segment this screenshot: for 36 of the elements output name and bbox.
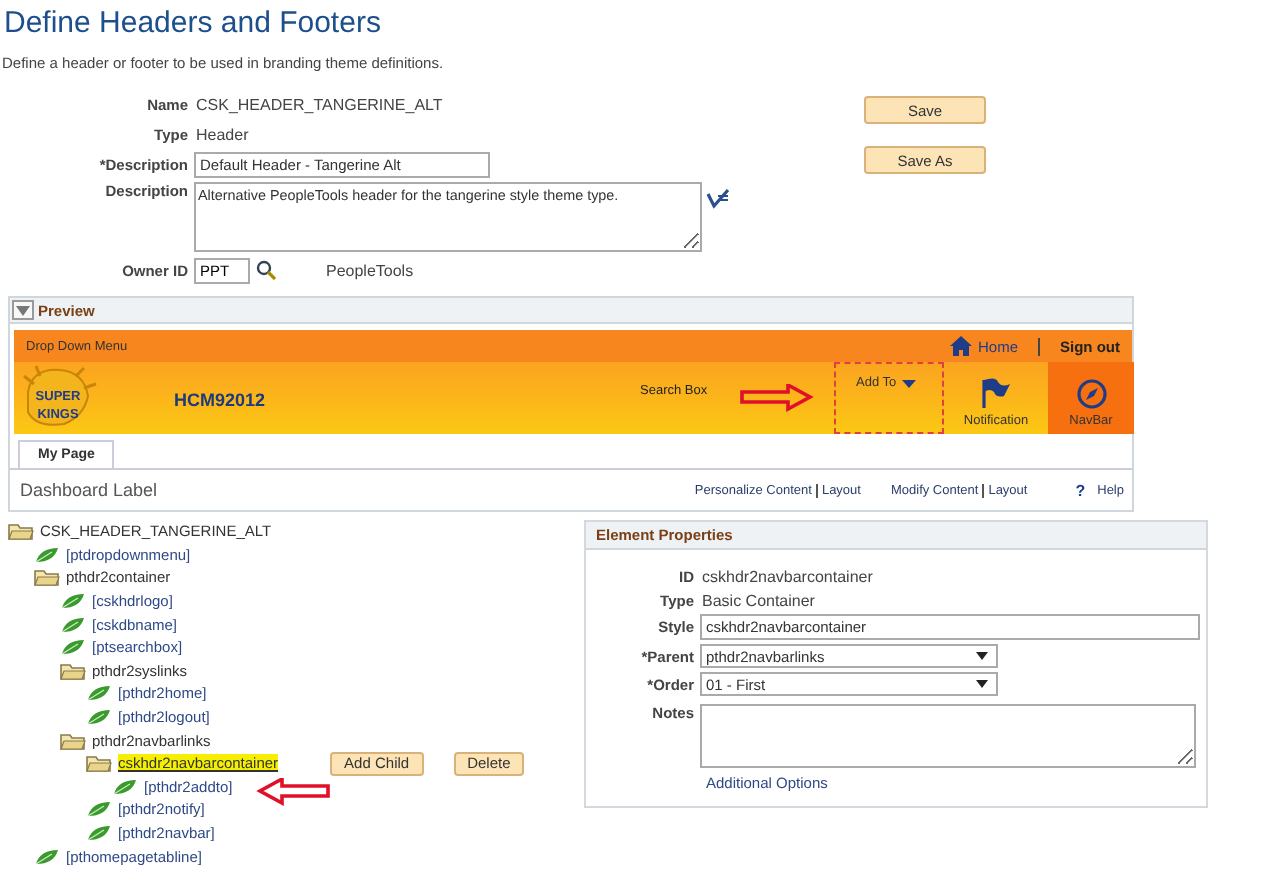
field-value: Basic Container	[700, 591, 815, 609]
dropdown-caret-icon	[976, 652, 988, 660]
page-title: Define Headers and Footers	[2, 4, 383, 44]
owner-description: PeopleTools	[326, 261, 414, 279]
leaf-icon	[86, 824, 112, 843]
leaf-icon	[60, 638, 86, 657]
leaf-icon	[34, 847, 60, 866]
leaf-icon	[86, 684, 112, 703]
compass-icon	[1075, 378, 1107, 410]
leaf-icon	[86, 708, 112, 727]
text-area[interactable]	[700, 704, 1196, 768]
leaf-icon	[34, 545, 60, 564]
field-value: Header	[194, 126, 249, 144]
flag-icon	[980, 378, 1012, 410]
leaf-icon	[86, 800, 112, 819]
dashboard-label: Dashboard Label	[20, 480, 158, 500]
field-value: CSK_HEADER_TANGERINE_ALT	[194, 96, 443, 114]
arrow-icon	[256, 778, 330, 806]
folder-icon	[60, 731, 86, 750]
arrow-icon	[740, 384, 814, 412]
caret-icon	[902, 379, 917, 387]
folder-icon	[34, 568, 60, 587]
leaf-icon	[60, 615, 86, 634]
folder-icon	[86, 754, 112, 773]
folder-icon	[60, 661, 86, 680]
database-name: HCM92012	[174, 390, 268, 414]
dropdown-caret-icon	[976, 680, 988, 688]
leaf-icon	[112, 777, 138, 796]
help-icon: ?	[1075, 481, 1086, 499]
home-icon	[949, 336, 972, 356]
field-value: cskhdr2navbarcontainer	[700, 567, 873, 585]
folder-icon	[8, 522, 34, 541]
search-icon	[256, 260, 276, 280]
leaf-icon	[60, 592, 86, 611]
collapse-toggle[interactable]	[12, 300, 34, 320]
spellcheck-icon	[706, 188, 730, 210]
